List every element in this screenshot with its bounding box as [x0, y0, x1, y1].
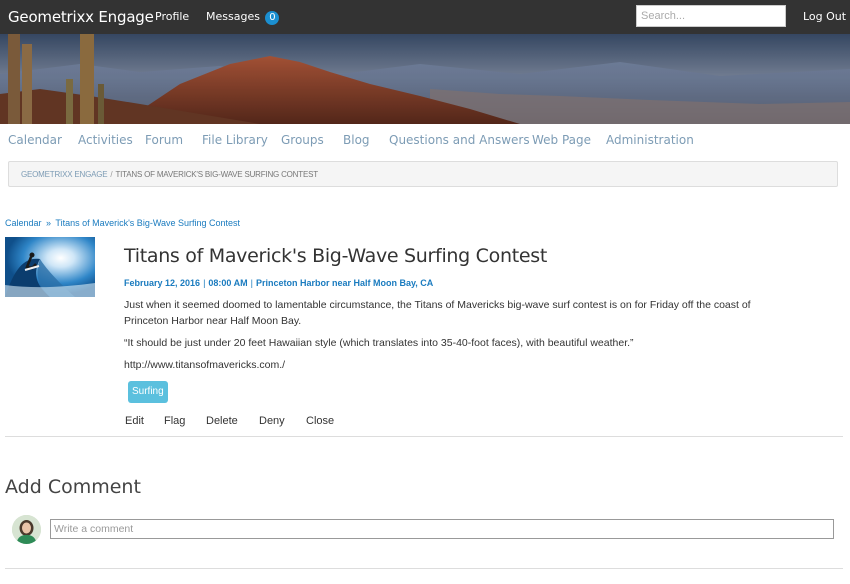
trail-calendar-link[interactable]: Calendar	[5, 218, 42, 228]
event-title: Titans of Maverick's Big-Wave Surfing Co…	[124, 245, 547, 267]
nav-item-file-library[interactable]: File Library	[202, 133, 268, 147]
event-time: 08:00 AM	[208, 278, 248, 288]
logout-link[interactable]: Log Out	[803, 10, 846, 23]
top-bar: Geometrixx Engage Profile Messages 0 Log…	[0, 0, 850, 34]
nav-item-blog[interactable]: Blog	[343, 133, 370, 147]
trail-separator: »	[46, 218, 52, 228]
event-url: http://www.titansofmavericks.com./	[124, 359, 286, 371]
nav-item-forum[interactable]: Forum	[145, 133, 183, 147]
event-thumbnail	[5, 237, 95, 297]
trail-event-link[interactable]: Titans of Maverick's Big-Wave Surfing Co…	[55, 218, 240, 228]
breadcrumb: GEOMETRIXX ENGAGE / TITANS OF MAVERICK'S B…	[8, 161, 838, 187]
meta-separator: |	[250, 278, 253, 288]
divider	[5, 436, 843, 437]
event-trail: Calendar » Titans of Maverick's Big-Wave…	[5, 218, 240, 228]
edit-button[interactable]: Edit	[125, 415, 144, 427]
add-comment-heading: Add Comment	[5, 476, 141, 498]
messages-label: Messages	[206, 10, 260, 23]
messages-count-badge: 0	[265, 11, 280, 25]
breadcrumb-trail: GEOMETRIXX ENGAGE / TITANS OF MAVERICK'S B…	[21, 170, 318, 179]
breadcrumb-separator: /	[110, 170, 113, 179]
tag-surfing[interactable]: Surfing	[128, 381, 168, 403]
breadcrumb-home-link[interactable]: GEOMETRIXX ENGAGE	[21, 170, 108, 179]
nav-item-questions-and-answers[interactable]: Questions and Answers	[389, 133, 530, 147]
profile-link[interactable]: Profile	[155, 10, 189, 23]
brand-logo[interactable]: Geometrixx Engage	[8, 8, 154, 26]
nav-item-groups[interactable]: Groups	[281, 133, 324, 147]
meta-separator: |	[203, 278, 206, 288]
messages-link[interactable]: Messages 0	[206, 10, 280, 25]
nav-item-calendar[interactable]: Calendar	[8, 133, 62, 147]
delete-button[interactable]: Delete	[206, 415, 238, 427]
comment-input[interactable]	[50, 519, 834, 539]
surfer-image	[5, 237, 95, 297]
desert-mountain-image	[0, 34, 850, 124]
section-nav: Calendar Activities Forum File Library G…	[0, 133, 850, 149]
avatar	[12, 515, 41, 544]
nav-item-web-page[interactable]: Web Page	[532, 133, 591, 147]
event-description: Just when it seemed doomed to lamentable…	[124, 299, 751, 327]
nav-item-activities[interactable]: Activities	[78, 133, 133, 147]
user-avatar-image	[12, 515, 41, 544]
flag-button[interactable]: Flag	[164, 415, 185, 427]
nav-item-administration[interactable]: Administration	[606, 133, 694, 147]
breadcrumb-current: TITANS OF MAVERICK'S BIG-WAVE SURFING CO…	[115, 170, 318, 179]
event-location: Princeton Harbor near Half Moon Bay, CA	[255, 278, 434, 288]
event-meta: February 12, 2016 | 08:00 AM | Princeton Har…	[124, 278, 433, 288]
event-date: February 12, 2016	[124, 278, 201, 288]
divider	[5, 568, 843, 569]
search-input[interactable]	[636, 5, 786, 27]
event-quote: “It should be just under 20 feet Hawaiia…	[124, 337, 634, 349]
deny-button[interactable]: Deny	[259, 415, 285, 427]
close-button[interactable]: Close	[306, 415, 334, 427]
banner-image	[0, 34, 850, 124]
